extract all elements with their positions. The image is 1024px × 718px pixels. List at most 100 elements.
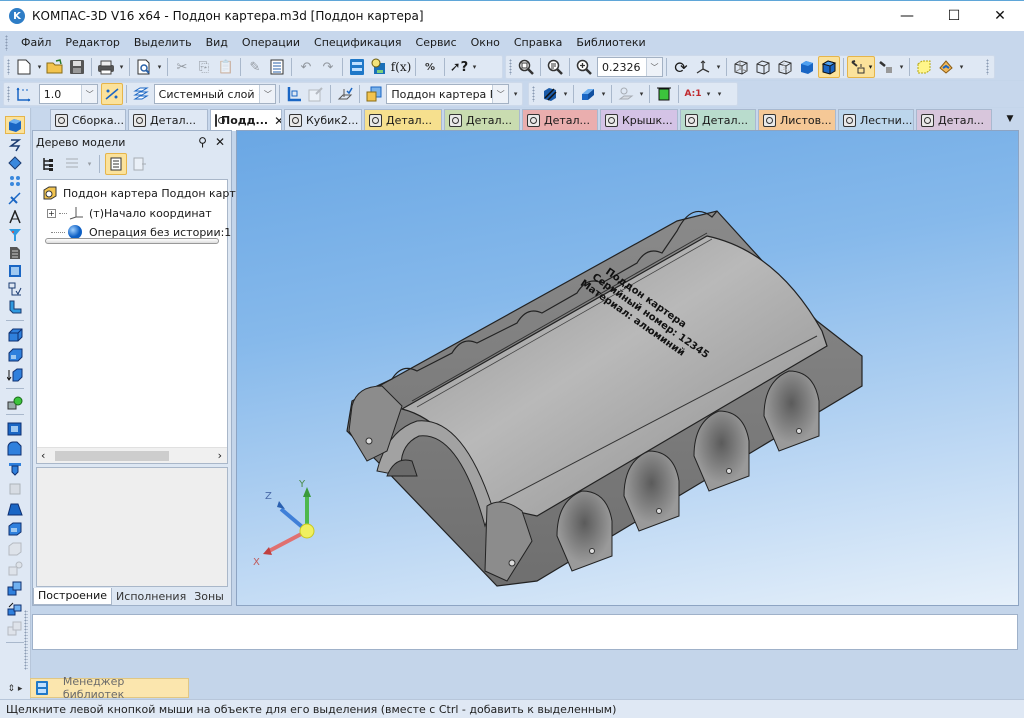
document-tab[interactable]: Детал...: [128, 109, 208, 130]
scrollbar-thumb[interactable]: [55, 451, 169, 461]
tree-horizontal-scrollbar[interactable]: ‹ ›: [37, 447, 227, 463]
copy-bodies-icon[interactable]: [5, 600, 25, 618]
hidden-lines-thin-icon[interactable]: [774, 56, 796, 78]
library-manager-tab[interactable]: Менеджер библиотек: [30, 675, 189, 701]
zoom-in-icon[interactable]: [573, 56, 595, 78]
document-tab[interactable]: Детал...: [522, 109, 598, 130]
format-brush-icon[interactable]: ✎: [244, 56, 266, 78]
orientation-icon[interactable]: [692, 56, 714, 78]
document-tab[interactable]: Крышк...: [600, 109, 678, 130]
toolbar-grip[interactable]: [7, 86, 10, 102]
layer-combo[interactable]: Системный слой (0) ﹀: [153, 84, 277, 104]
print-preview-icon[interactable]: [133, 56, 155, 78]
tab-configurations[interactable]: Исполнения: [112, 588, 190, 605]
light-source-dropdown[interactable]: ▾: [897, 63, 906, 71]
orientation-dropdown[interactable]: ▾: [714, 63, 723, 71]
shaded-with-edges-icon[interactable]: [818, 56, 840, 78]
tree-item-root[interactable]: Поддон картера Поддон карт: [42, 184, 236, 202]
menu-operations[interactable]: Операции: [235, 36, 307, 49]
hole-icon[interactable]: [5, 460, 25, 478]
menu-specification[interactable]: Спецификация: [307, 36, 408, 49]
print-dropdown[interactable]: ▾: [117, 63, 126, 71]
scroll-left-icon[interactable]: ‹: [41, 449, 45, 462]
surface-icon[interactable]: [5, 154, 25, 172]
chevron-down-icon[interactable]: ﹀: [259, 85, 276, 103]
toolbar-overflow[interactable]: ▾: [470, 63, 479, 71]
print-preview-dropdown[interactable]: ▾: [155, 63, 164, 71]
new-document-dropdown[interactable]: ▾: [35, 63, 44, 71]
shell-icon[interactable]: [5, 420, 25, 438]
document-tab[interactable]: Детал...: [916, 109, 992, 130]
menu-libraries[interactable]: Библиотеки: [569, 36, 652, 49]
chevron-down-icon[interactable]: ﹀: [646, 58, 662, 76]
snap-toggle-icon[interactable]: [101, 83, 123, 105]
wireframe-icon[interactable]: [730, 56, 752, 78]
calc-icon[interactable]: %: [419, 56, 441, 78]
menu-help[interactable]: Справка: [507, 36, 569, 49]
tab-construction[interactable]: Построение: [33, 587, 113, 605]
layers-icon[interactable]: [130, 83, 152, 105]
report-icon[interactable]: [5, 262, 25, 280]
menu-select[interactable]: Выделить: [127, 36, 199, 49]
document-tab[interactable]: Лестни...: [838, 109, 914, 130]
panel-grip[interactable]: [24, 610, 28, 670]
close-button[interactable]: ✕: [977, 1, 1023, 31]
toolbar-scroll-icon[interactable]: ⇕ ▸: [5, 680, 25, 698]
extrude-icon[interactable]: [5, 326, 25, 344]
perspective-icon[interactable]: ▾: [847, 56, 875, 78]
undo-icon[interactable]: ↶: [295, 56, 317, 78]
tab-close-icon[interactable]: ✕: [274, 114, 281, 128]
tree-structure-icon[interactable]: [37, 153, 59, 175]
cut-extrude-icon[interactable]: [5, 366, 25, 384]
rotate-feature-icon[interactable]: [5, 346, 25, 364]
draft-icon[interactable]: [5, 500, 25, 518]
scale-icon[interactable]: A:1: [682, 83, 704, 105]
maximize-button[interactable]: ☐: [931, 1, 977, 31]
document-tab-active[interactable]: Подд... ✕: [210, 109, 282, 131]
array-icon[interactable]: [5, 172, 25, 190]
aux-geometry-icon[interactable]: [5, 190, 25, 208]
rotate-icon[interactable]: ⟳: [670, 56, 692, 78]
toolbar-grip[interactable]: [509, 59, 512, 75]
tree-filter-dropdown[interactable]: ▾: [85, 160, 94, 168]
document-tab[interactable]: Детал...: [364, 109, 442, 130]
menu-grip[interactable]: [5, 34, 8, 51]
document-tab[interactable]: Листов...: [758, 109, 836, 130]
diagnostics-icon[interactable]: [5, 280, 25, 298]
document-tab[interactable]: Кубик2...: [284, 109, 362, 130]
3d-viewport[interactable]: Поддон картера Серийный номер: 12345 Мат…: [236, 130, 1019, 606]
hidden-lines-removed-icon[interactable]: [752, 56, 774, 78]
expand-icon[interactable]: +: [47, 208, 56, 218]
tab-list-dropdown-icon[interactable]: ▼: [1002, 112, 1018, 126]
print-icon[interactable]: [95, 56, 117, 78]
document-tab[interactable]: Детал...: [444, 109, 520, 130]
scale-dropdown[interactable]: ▾: [704, 90, 713, 98]
light-source-icon[interactable]: [875, 56, 897, 78]
move-component-icon[interactable]: [615, 83, 637, 105]
menu-view[interactable]: Вид: [199, 36, 235, 49]
zoom-fit-icon[interactable]: [515, 56, 537, 78]
zoom-scale-combo[interactable]: 0.2326 ﹀: [597, 57, 663, 77]
shaded-icon[interactable]: [796, 56, 818, 78]
zoom-window-icon[interactable]: [544, 56, 566, 78]
thicken-icon[interactable]: [5, 540, 25, 558]
fillet-icon[interactable]: [5, 440, 25, 458]
filter-icon[interactable]: [5, 226, 25, 244]
oil-pan-model[interactable]: Поддон картера Серийный номер: 12345 Мат…: [346, 210, 863, 587]
sheet-metal-icon[interactable]: [5, 298, 25, 316]
move-component-dropdown[interactable]: ▾: [637, 90, 646, 98]
cut-icon[interactable]: ✂: [171, 56, 193, 78]
surface-patch-icon[interactable]: [5, 520, 25, 538]
model-canvas[interactable]: Поддон картера Серийный номер: 12345 Мат…: [237, 131, 1019, 606]
local-cs-icon[interactable]: [283, 83, 305, 105]
rib-icon[interactable]: [5, 480, 25, 498]
editing-details-icon[interactable]: [5, 116, 25, 134]
current-part-icon[interactable]: [363, 83, 385, 105]
tree-relations-icon[interactable]: [129, 153, 151, 175]
toolbar-grip[interactable]: [532, 86, 535, 102]
chevron-down-icon[interactable]: ﹀: [492, 85, 509, 103]
save-icon[interactable]: [66, 56, 88, 78]
copy-icon[interactable]: ⎘: [193, 56, 215, 78]
split-icon[interactable]: [5, 560, 25, 578]
context-help-icon[interactable]: ➚?: [448, 56, 470, 78]
